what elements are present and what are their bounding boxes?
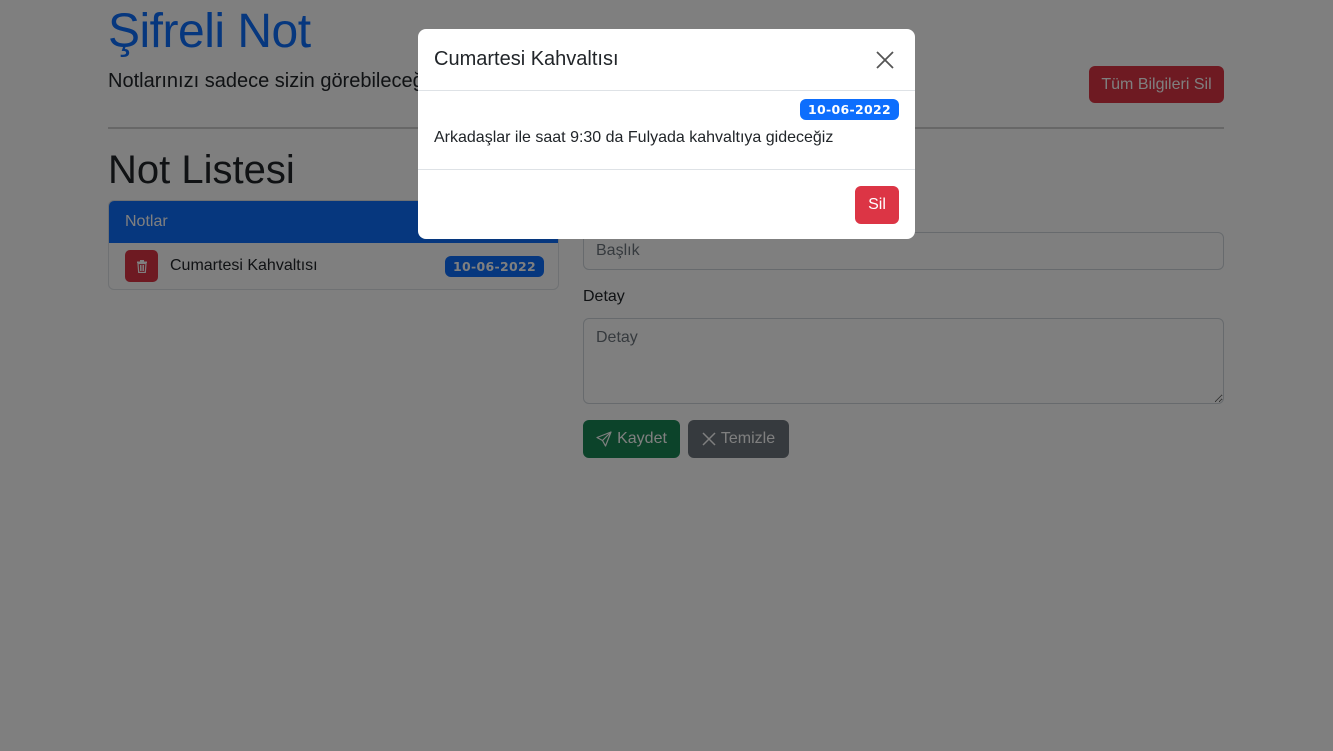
close-icon	[876, 50, 894, 69]
note-modal: Cumartesi Kahvaltısı 10-06-2022 Arkadaşl…	[418, 29, 915, 239]
modal-body: 10-06-2022 Arkadaşlar ile saat 9:30 da F…	[418, 91, 915, 169]
modal-close-button[interactable]	[871, 46, 899, 74]
modal-date-badge: 10-06-2022	[800, 99, 899, 120]
modal-text: Arkadaşlar ile saat 9:30 da Fulyada kahv…	[434, 129, 834, 146]
modal-header: Cumartesi Kahvaltısı	[418, 29, 915, 91]
modal-delete-button[interactable]: Sil	[855, 186, 899, 224]
modal-footer: Sil	[418, 169, 915, 239]
modal-title: Cumartesi Kahvaltısı	[434, 48, 619, 70]
